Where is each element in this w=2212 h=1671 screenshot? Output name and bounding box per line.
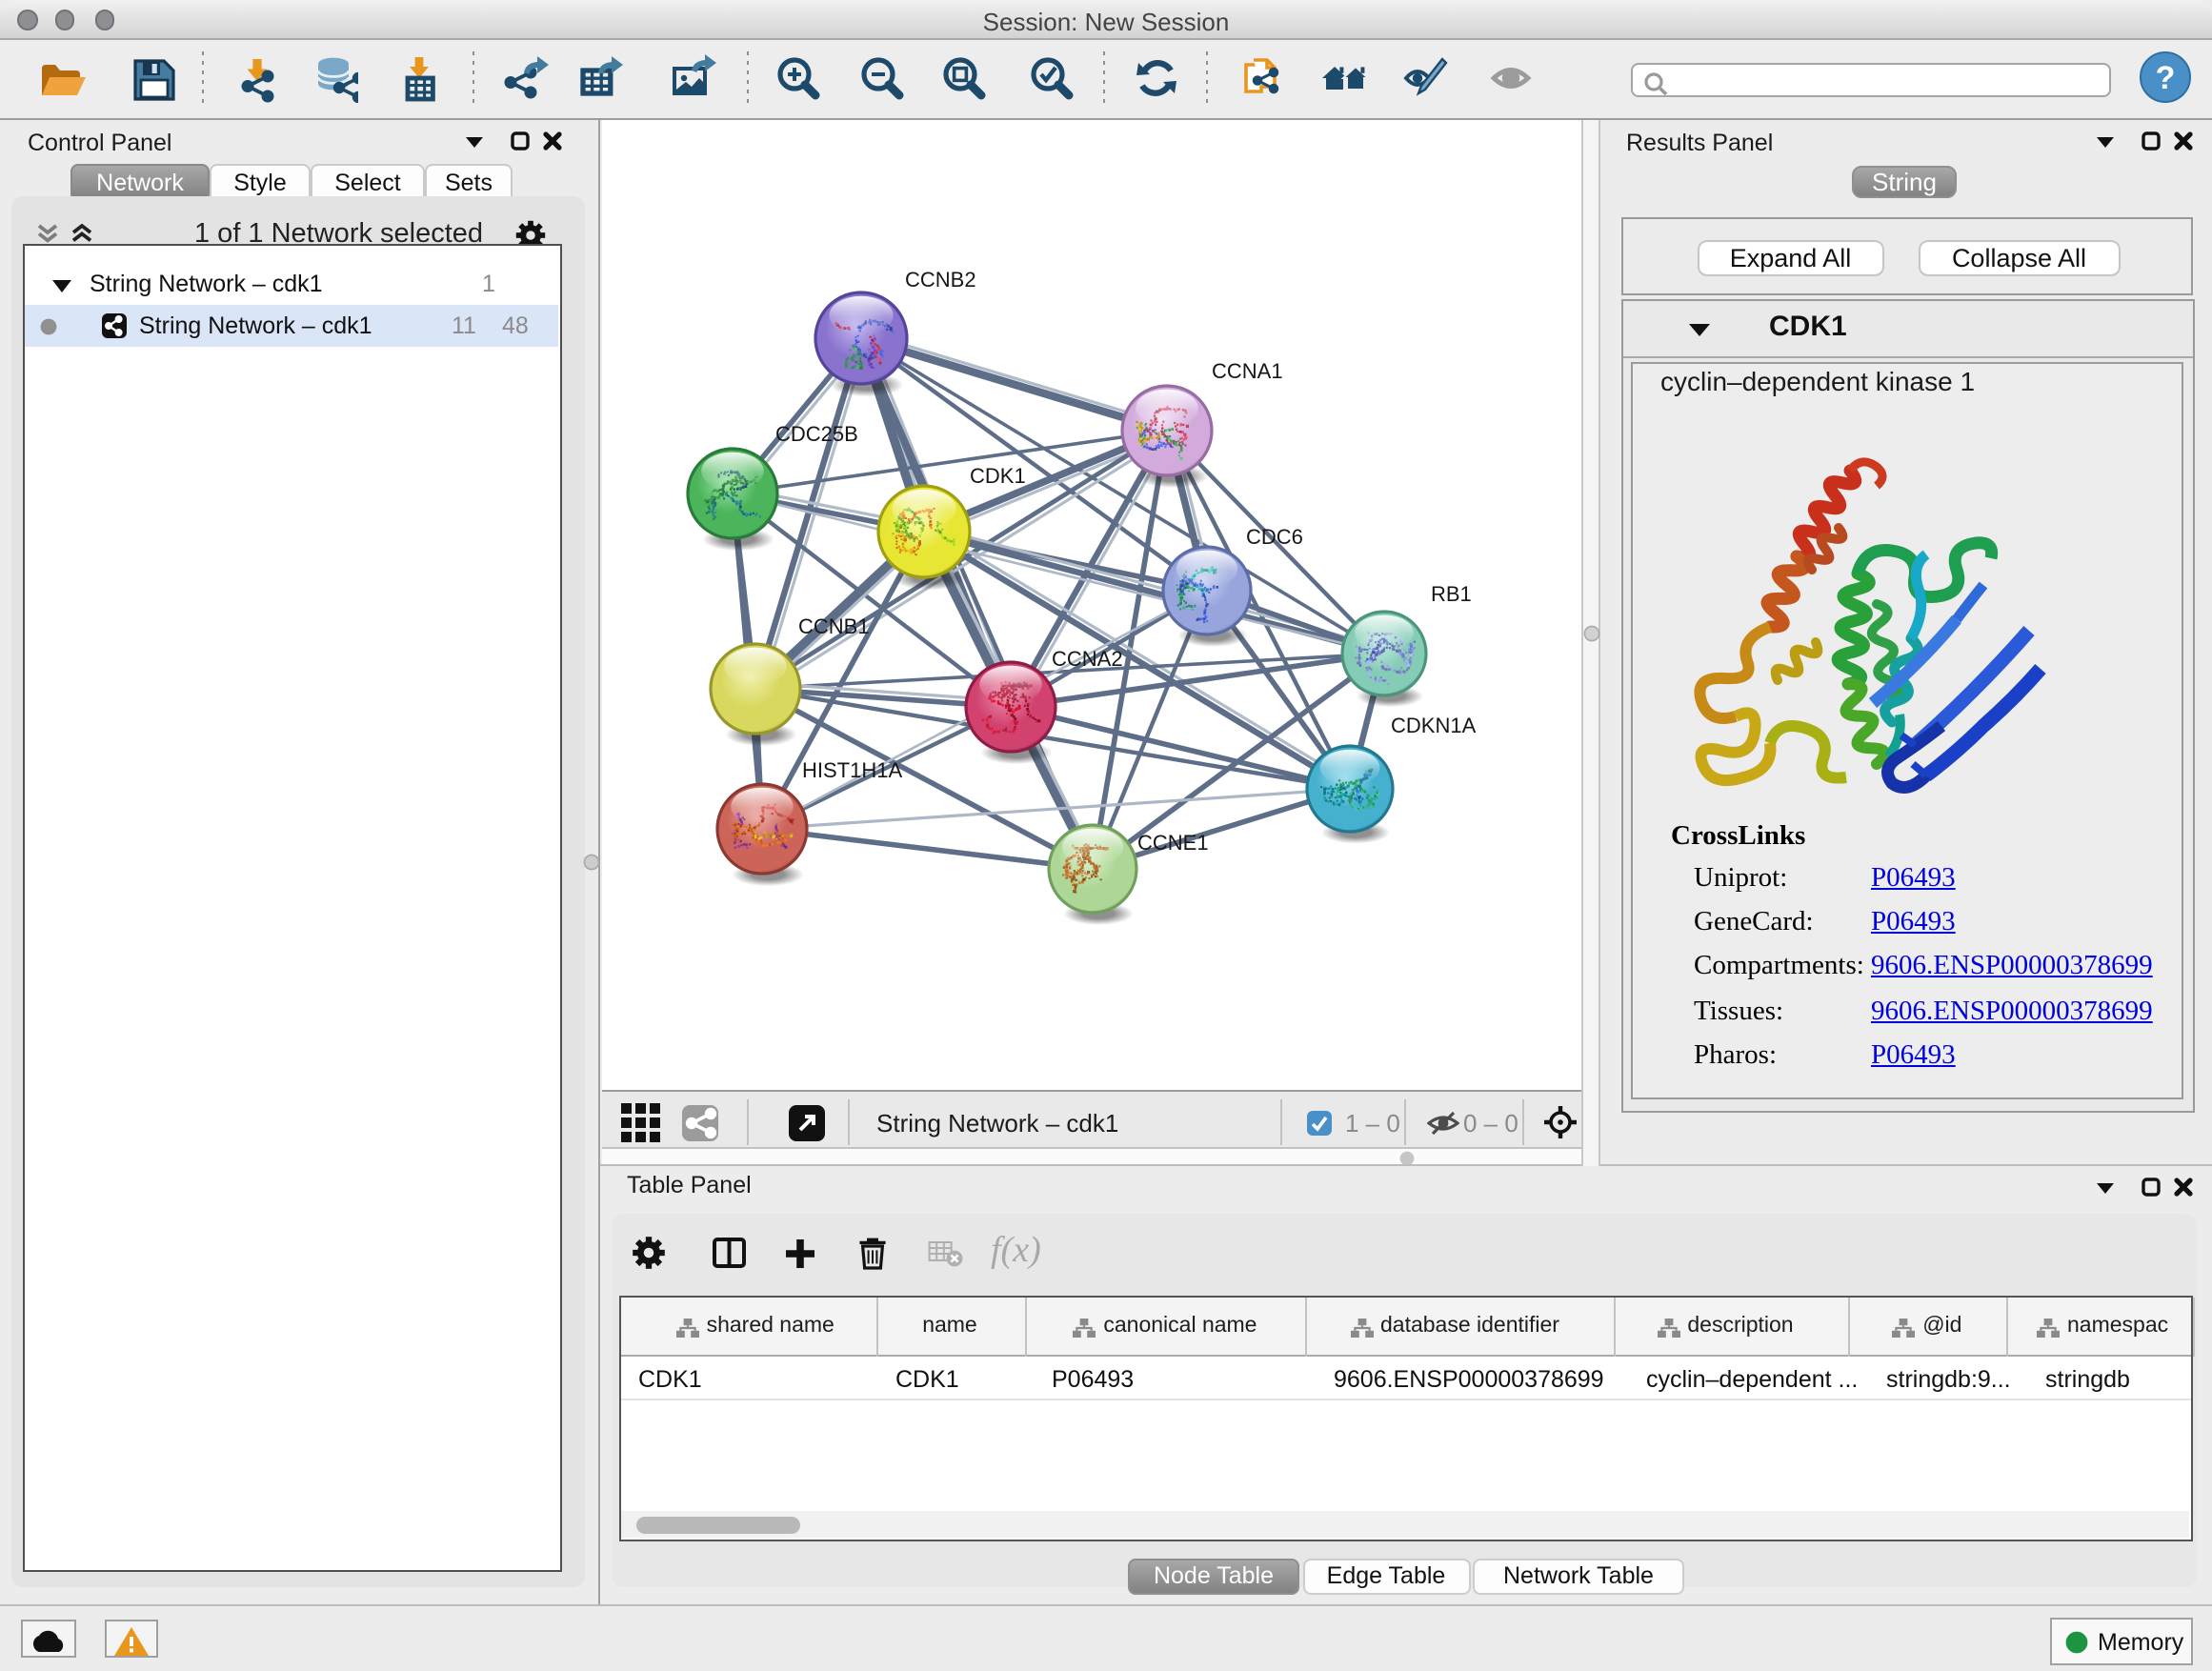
- svg-text:CCNA2: CCNA2: [1052, 647, 1123, 671]
- svg-text:CCNB2: CCNB2: [905, 268, 976, 292]
- svg-text:CDK1: CDK1: [970, 464, 1026, 488]
- svg-text:CDC6: CDC6: [1246, 525, 1303, 549]
- svg-text:CCNB1: CCNB1: [798, 614, 870, 638]
- svg-text:CDKN1A: CDKN1A: [1391, 714, 1477, 737]
- svg-text:RB1: RB1: [1431, 582, 1472, 606]
- svg-text:HIST1H1A: HIST1H1A: [802, 758, 902, 782]
- svg-text:CCNE1: CCNE1: [1137, 831, 1209, 855]
- svg-text:CCNA1: CCNA1: [1212, 359, 1283, 383]
- svg-text:?: ?: [2156, 59, 2176, 95]
- svg-text:CDC25B: CDC25B: [775, 422, 858, 446]
